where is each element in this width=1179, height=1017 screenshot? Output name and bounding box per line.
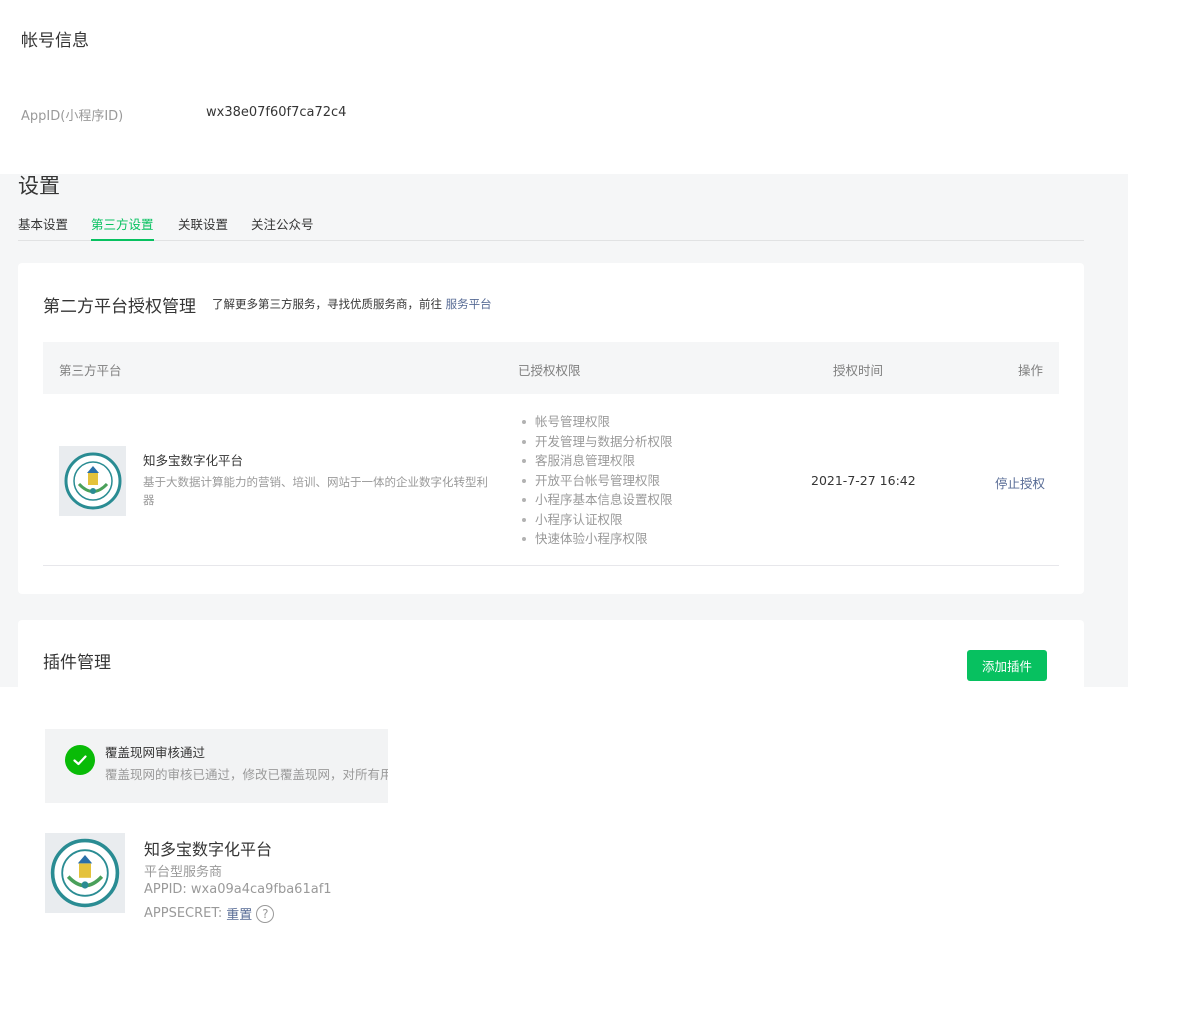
third-party-hint-text: 了解更多第三方服务，寻找优质服务商，前往 (212, 297, 446, 311)
review-passed-notice: 覆盖现网审核通过 覆盖现网的审核已通过，修改已覆盖现网，对所有用户生效 (45, 729, 388, 803)
third-party-auth-title: 第二方平台授权管理 (43, 297, 196, 317)
third-party-hint: 了解更多第三方服务，寻找优质服务商，前往 服务平台 (212, 296, 492, 312)
platform-name: 知多宝数字化平台 (143, 453, 244, 468)
help-icon[interactable]: ? (256, 904, 275, 923)
plugin-management-card: 插件管理 添加插件 (18, 620, 1084, 687)
column-header-action: 操作 (1018, 363, 1044, 378)
auth-table-header: 第三方平台 已授权权限 授权时间 操作 (43, 342, 1059, 394)
provider-appsecret: APPSECRET: 重置 ? (144, 904, 275, 923)
platform-logo (59, 446, 126, 516)
list-item: 开放平台帐号管理权限 (518, 471, 673, 491)
service-platform-link[interactable]: 服务平台 (446, 297, 492, 311)
notice-description: 覆盖现网的审核已通过，修改已覆盖现网，对所有用户生效 (105, 767, 388, 782)
plugin-management-title: 插件管理 (43, 653, 111, 673)
column-header-permissions: 已授权权限 (518, 363, 581, 378)
stop-authorization-link[interactable]: 停止授权 (995, 473, 1045, 492)
list-item: 小程序认证权限 (518, 510, 673, 530)
provider-logo (45, 833, 125, 913)
provider-type: 平台型服务商 (144, 865, 223, 880)
third-party-auth-card: 第二方平台授权管理 了解更多第三方服务，寻找优质服务商，前往 服务平台 第三方平… (18, 263, 1084, 594)
settings-title: 设置 (18, 174, 60, 198)
table-row: 知多宝数字化平台 基于大数据计算能力的营销、培训、网站于一体的企业数字化转型利器… (43, 394, 1059, 566)
appid-value: wx38e07f60f7ca72c4 (206, 105, 347, 120)
permission-list: 帐号管理权限 开发管理与数据分析权限 客服消息管理权限 开放平台帐号管理权限 小… (518, 412, 673, 549)
appid-label: AppID(小程序ID) (21, 109, 124, 124)
tab-basic-settings[interactable]: 基本设置 (18, 216, 68, 241)
list-item: 小程序基本信息设置权限 (518, 490, 673, 510)
list-item: 帐号管理权限 (518, 412, 673, 432)
tab-follow-official-account[interactable]: 关注公众号 (251, 216, 314, 241)
platform-logo-emblem-icon (64, 452, 121, 510)
tab-association-settings[interactable]: 关联设置 (178, 216, 228, 241)
add-plugin-button[interactable]: 添加插件 (967, 650, 1047, 681)
notice-title: 覆盖现网审核通过 (105, 745, 206, 760)
provider-appid: APPID: wxa09a4ca9fba61af1 (144, 882, 332, 897)
check-circle-icon (65, 745, 95, 775)
settings-tabs: 基本设置 第三方设置 关联设置 关注公众号 (18, 216, 1084, 241)
auth-time: 2021-7-27 16:42 (811, 473, 916, 488)
tab-third-party-settings[interactable]: 第三方设置 (91, 216, 154, 241)
list-item: 客服消息管理权限 (518, 451, 673, 471)
platform-description: 基于大数据计算能力的营销、培训、网站于一体的企业数字化转型利器 (143, 475, 488, 507)
provider-name: 知多宝数字化平台 (144, 840, 273, 859)
appsecret-label: APPSECRET: (144, 906, 223, 921)
column-header-platform: 第三方平台 (59, 363, 122, 378)
account-info-title: 帐号信息 (21, 31, 89, 51)
reset-secret-link[interactable]: 重置 (226, 904, 252, 923)
list-item: 快速体验小程序权限 (518, 529, 673, 549)
column-header-auth-time: 授权时间 (833, 363, 884, 378)
provider-logo-emblem-icon (50, 838, 120, 908)
list-item: 开发管理与数据分析权限 (518, 432, 673, 452)
